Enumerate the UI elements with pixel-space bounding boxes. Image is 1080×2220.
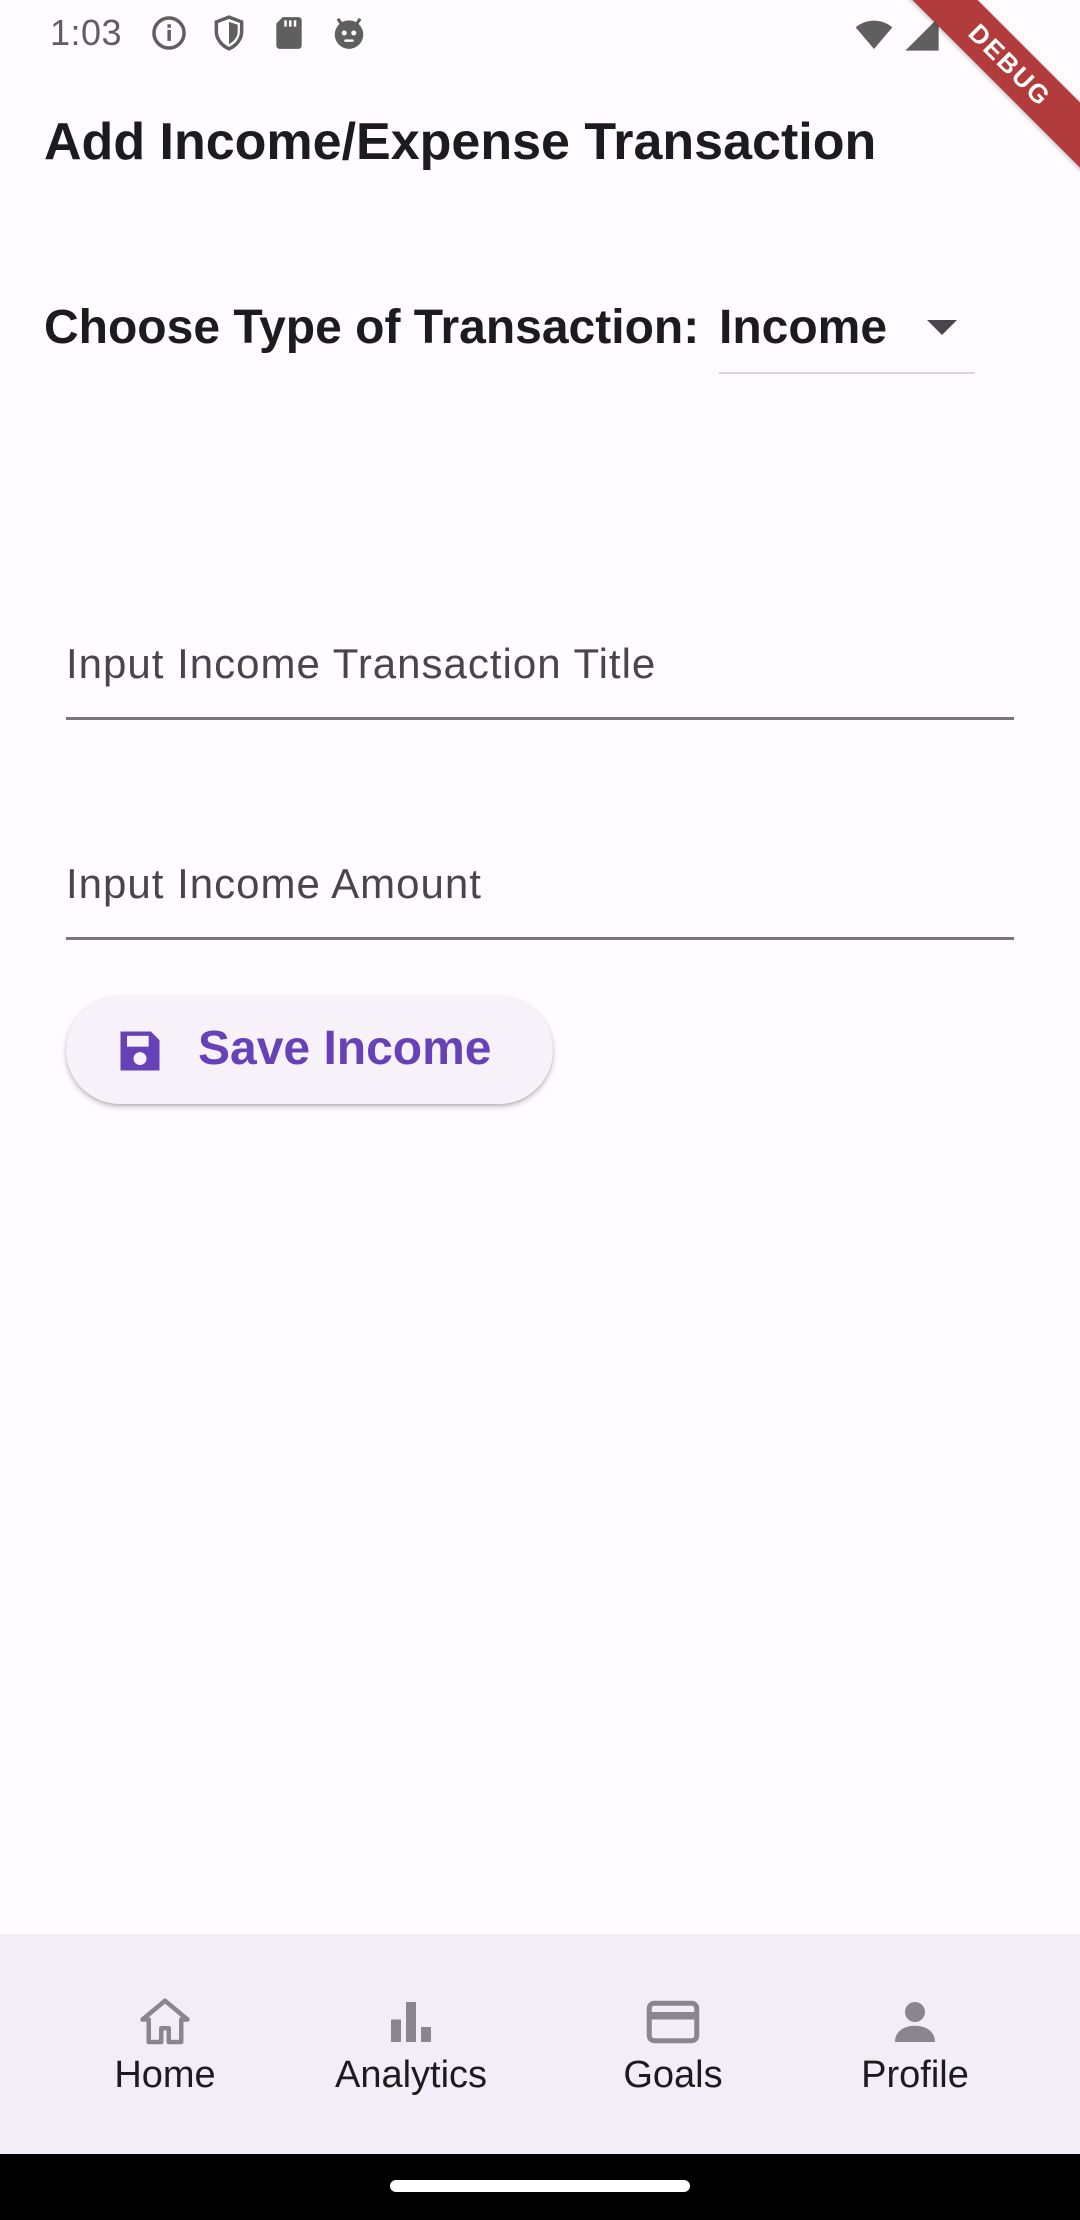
face-icon	[330, 14, 368, 52]
transaction-type-value: Income	[719, 301, 888, 354]
nav-item-analytics[interactable]: Analytics	[311, 1934, 511, 2154]
nav-label-analytics: Analytics	[334, 2054, 488, 2096]
gesture-handle[interactable]	[390, 2180, 690, 2192]
home-icon	[135, 1992, 195, 2052]
nav-label-profile: Profile	[861, 2054, 969, 2096]
page-title: Add Income/Expense Transaction	[44, 113, 877, 171]
nav-label-home: Home	[114, 2054, 216, 2096]
bottom-navigation: Home Analytics Goals Profile	[0, 1934, 1080, 2154]
sd-card-icon	[270, 14, 308, 52]
transaction-title-input[interactable]	[66, 610, 1014, 717]
income-amount-field[interactable]	[66, 830, 1014, 940]
transaction-type-dropdown[interactable]: Income	[719, 290, 975, 374]
status-bar: 1:03	[0, 0, 1080, 66]
nav-item-home[interactable]: Home	[65, 1934, 265, 2154]
credit-card-icon	[643, 1992, 703, 2052]
nav-item-profile[interactable]: Profile	[815, 1934, 1015, 2154]
save-icon	[114, 1025, 166, 1077]
info-icon	[150, 14, 188, 52]
nav-item-goals[interactable]: Goals	[573, 1934, 773, 2154]
save-income-button[interactable]: Save Income	[66, 996, 553, 1104]
save-income-label: Save Income	[198, 1022, 492, 1075]
nav-label-goals: Goals	[623, 2054, 723, 2096]
dropdown-arrow-icon	[927, 320, 957, 335]
transaction-title-field[interactable]	[66, 610, 1014, 720]
shield-icon	[210, 14, 248, 52]
system-navigation-bar	[0, 2154, 1080, 2220]
person-icon	[885, 1992, 945, 2052]
status-time: 1:03	[50, 12, 123, 53]
status-notification-icons	[150, 14, 368, 52]
bar-chart-icon	[381, 1992, 441, 2052]
transaction-type-label: Choose Type of Transaction:	[44, 301, 700, 354]
wifi-icon	[854, 14, 894, 54]
income-amount-input[interactable]	[66, 830, 1014, 937]
